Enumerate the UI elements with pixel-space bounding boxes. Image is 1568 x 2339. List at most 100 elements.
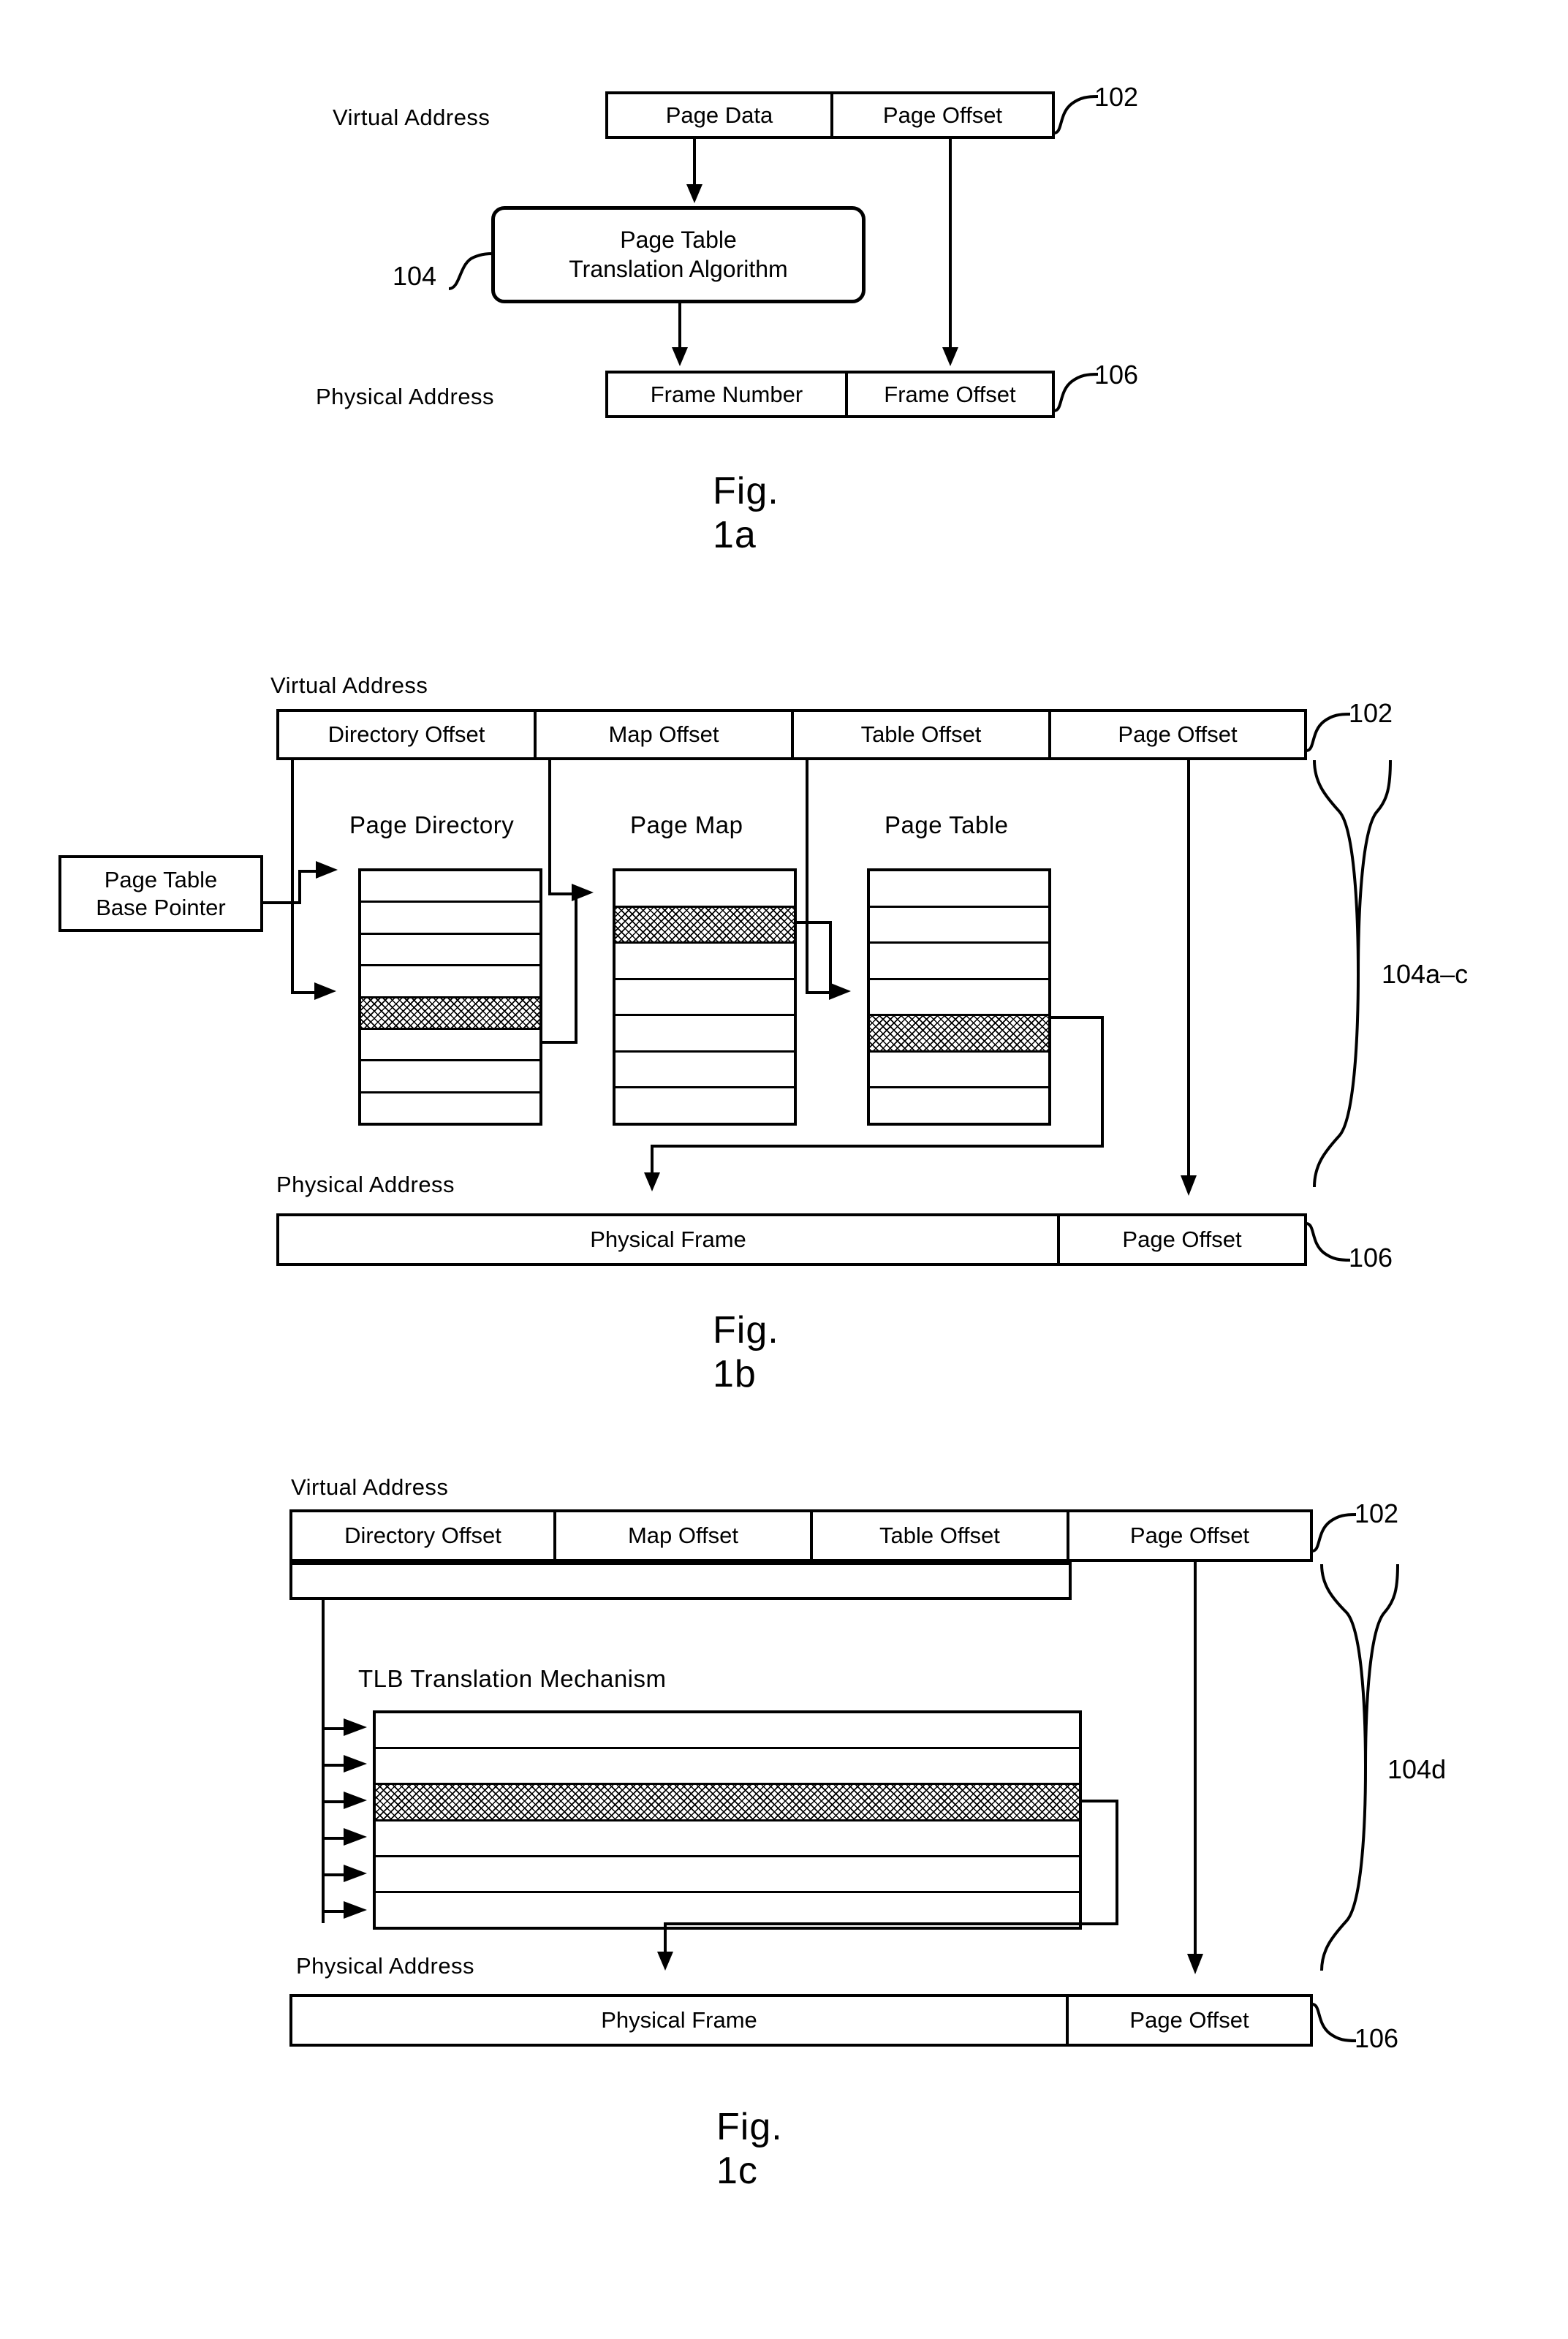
fig1b-pt-out-v — [1101, 1016, 1104, 1148]
fig1b-arrow-pageoffset-down — [1181, 760, 1197, 1196]
fig1c-arrowhead-row-5 — [344, 1865, 367, 1882]
fig1a-translation-line2: Translation Algorithm — [569, 255, 788, 282]
fig1c-arrowhead-row-4 — [344, 1828, 367, 1846]
fig1b-pt-out-h2 — [651, 1145, 1104, 1148]
table-row — [361, 903, 539, 935]
fig1c-seg-physical-frame: Physical Frame — [292, 1997, 1069, 2044]
fig1b-seg-physical-frame: Physical Frame — [279, 1216, 1060, 1263]
table-row — [376, 1821, 1079, 1857]
fig1c-arrowhead-row-3 — [344, 1792, 367, 1809]
fig1a-ref-102: 102 — [1094, 82, 1139, 112]
fig1a-physical-address-label: Physical Address — [316, 384, 495, 409]
fig1a-virtual-address-label: Virtual Address — [333, 105, 491, 130]
fig1c-seg-page-offset: Page Offset — [1129, 1523, 1250, 1548]
fig1a-translation-line1: Page Table — [620, 227, 737, 254]
table-row — [361, 1093, 539, 1123]
fig1b-line-map-drop — [548, 760, 551, 895]
fig1c-ref-104d: 104d — [1387, 1754, 1447, 1784]
fig1a-ref-106: 106 — [1094, 360, 1139, 390]
fig1c-arrowhead-row-1 — [344, 1718, 367, 1736]
fig1b-table-2-title: Page Table — [885, 811, 1009, 838]
fig1b-caption: Fig. 1b — [713, 1309, 779, 1395]
fig1b-base-pointer-box: Page Table Base Pointer — [58, 855, 263, 932]
fig1b-arrowhead-table — [829, 982, 851, 1000]
fig1b-seg-table-offset: Table Offset — [794, 712, 1051, 757]
fig1b-base-pointer-line2: Base Pointer — [96, 894, 226, 920]
fig1b-ref-102: 102 — [1349, 698, 1393, 728]
fig1b-seg-directory-offset: Directory Offset — [279, 712, 537, 757]
table-row — [870, 980, 1048, 1017]
fig1c-bus-left — [289, 1562, 292, 1600]
fig1c-physical-address-bar: Physical Frame Page Offset — [289, 1994, 1313, 2047]
table-row — [376, 1713, 1079, 1750]
fig1c-seg-directory-offset: Directory Offset — [292, 1512, 556, 1559]
fig1c-ref-106: 106 — [1355, 2023, 1399, 2053]
table-row — [376, 1749, 1079, 1786]
fig1a-arrow-process-to-frame — [672, 303, 688, 366]
fig1a-seg-frame-offset: Frame Offset — [884, 381, 1016, 407]
fig1c-seg-page-offset: Page Offset — [1129, 2007, 1249, 2033]
fig1a-translation-box: Page Table Translation Algorithm — [491, 206, 866, 303]
table-row-highlighted — [616, 907, 794, 944]
fig1c-seg-table-offset: Table Offset — [813, 1512, 1069, 1559]
fig1b-pm-out-h — [797, 921, 832, 924]
fig1b-page-map-table — [613, 868, 797, 1126]
fig1a-physical-address-bar: Frame Number Frame Offset — [605, 371, 1055, 418]
fig1b-base-pointer-line1: Page Table — [104, 866, 218, 892]
table-row — [616, 1088, 794, 1123]
table-row — [870, 871, 1048, 908]
fig1b-table-0-title: Page Directory — [349, 811, 515, 838]
fig1c-feeder-v — [322, 1600, 325, 1841]
fig1b-seg-page-offset: Page Offset — [1122, 1227, 1242, 1252]
fig1b-physical-address-bar: Physical Frame Page Offset — [276, 1213, 1307, 1266]
fig1c-tlb-out-v — [1116, 1800, 1118, 1925]
fig1b-pd-out-h — [542, 1041, 577, 1044]
fig1b-seg-map-offset: Map Offset — [537, 712, 794, 757]
table-row — [376, 1857, 1079, 1893]
fig1c-tlb-table — [373, 1710, 1082, 1930]
table-row — [870, 1053, 1048, 1089]
fig1c-bus-bottom — [289, 1597, 1072, 1600]
fig1c-feeder-v2 — [322, 1841, 325, 1923]
table-row-highlighted — [361, 998, 539, 1030]
table-row — [616, 944, 794, 980]
fig1b-page-directory-table — [358, 868, 542, 1126]
table-row — [361, 871, 539, 903]
fig1a-ref-104-leader — [448, 252, 495, 290]
fig1c-virtual-address-bar: Directory Offset Map Offset Table Offset… — [289, 1509, 1313, 1562]
fig1c-ref-102: 102 — [1355, 1498, 1399, 1528]
fig1c-seg-map-offset: Map Offset — [556, 1512, 813, 1559]
table-row — [361, 966, 539, 998]
fig1c-arrow-pageoffset-down — [1187, 1562, 1203, 1974]
fig1b-virtual-address-label: Virtual Address — [270, 672, 428, 698]
table-row — [870, 944, 1048, 980]
fig1a-caption: Fig. 1a — [713, 470, 779, 556]
fig1a-seg-page-data: Page Data — [608, 94, 833, 136]
fig1c-tlb-out-h1 — [1082, 1800, 1118, 1802]
fig1b-arrowhead-directory — [314, 982, 336, 1000]
fig1c-tlb-out-h2 — [664, 1922, 1118, 1925]
fig1b-pt-out-h1 — [1051, 1016, 1104, 1019]
fig1a-ref-104: 104 — [393, 261, 437, 291]
fig1b-page-table-table — [867, 868, 1051, 1126]
fig1c-arrowhead-row-6 — [344, 1901, 367, 1919]
fig1b-seg-page-offset: Page Offset — [1118, 721, 1238, 747]
fig1a-arrow-pagedata-to-process — [686, 139, 702, 203]
fig1b-virtual-address-bar: Directory Offset Map Offset Table Offset… — [276, 709, 1307, 760]
fig1b-pd-out-v — [575, 892, 577, 1044]
table-row — [361, 1061, 539, 1093]
fig1c-bus-right — [1069, 1562, 1072, 1600]
table-row — [361, 935, 539, 967]
fig1b-table-1-title: Page Map — [630, 811, 743, 838]
fig1a-virtual-address-bar: Page Data Page Offset — [605, 91, 1055, 139]
fig1c-caption: Fig. 1c — [716, 2106, 783, 2192]
fig1b-line-directory-drop — [291, 760, 294, 994]
table-row — [361, 1030, 539, 1062]
fig1c-bus-top — [289, 1562, 1072, 1565]
table-row-highlighted — [870, 1016, 1048, 1053]
fig1b-line-table-drop — [806, 760, 808, 994]
fig1a-seg-frame-number: Frame Number — [608, 374, 848, 415]
table-row — [870, 1088, 1048, 1123]
fig1b-arrowhead-base-pointer — [316, 861, 338, 879]
table-row — [616, 980, 794, 1017]
